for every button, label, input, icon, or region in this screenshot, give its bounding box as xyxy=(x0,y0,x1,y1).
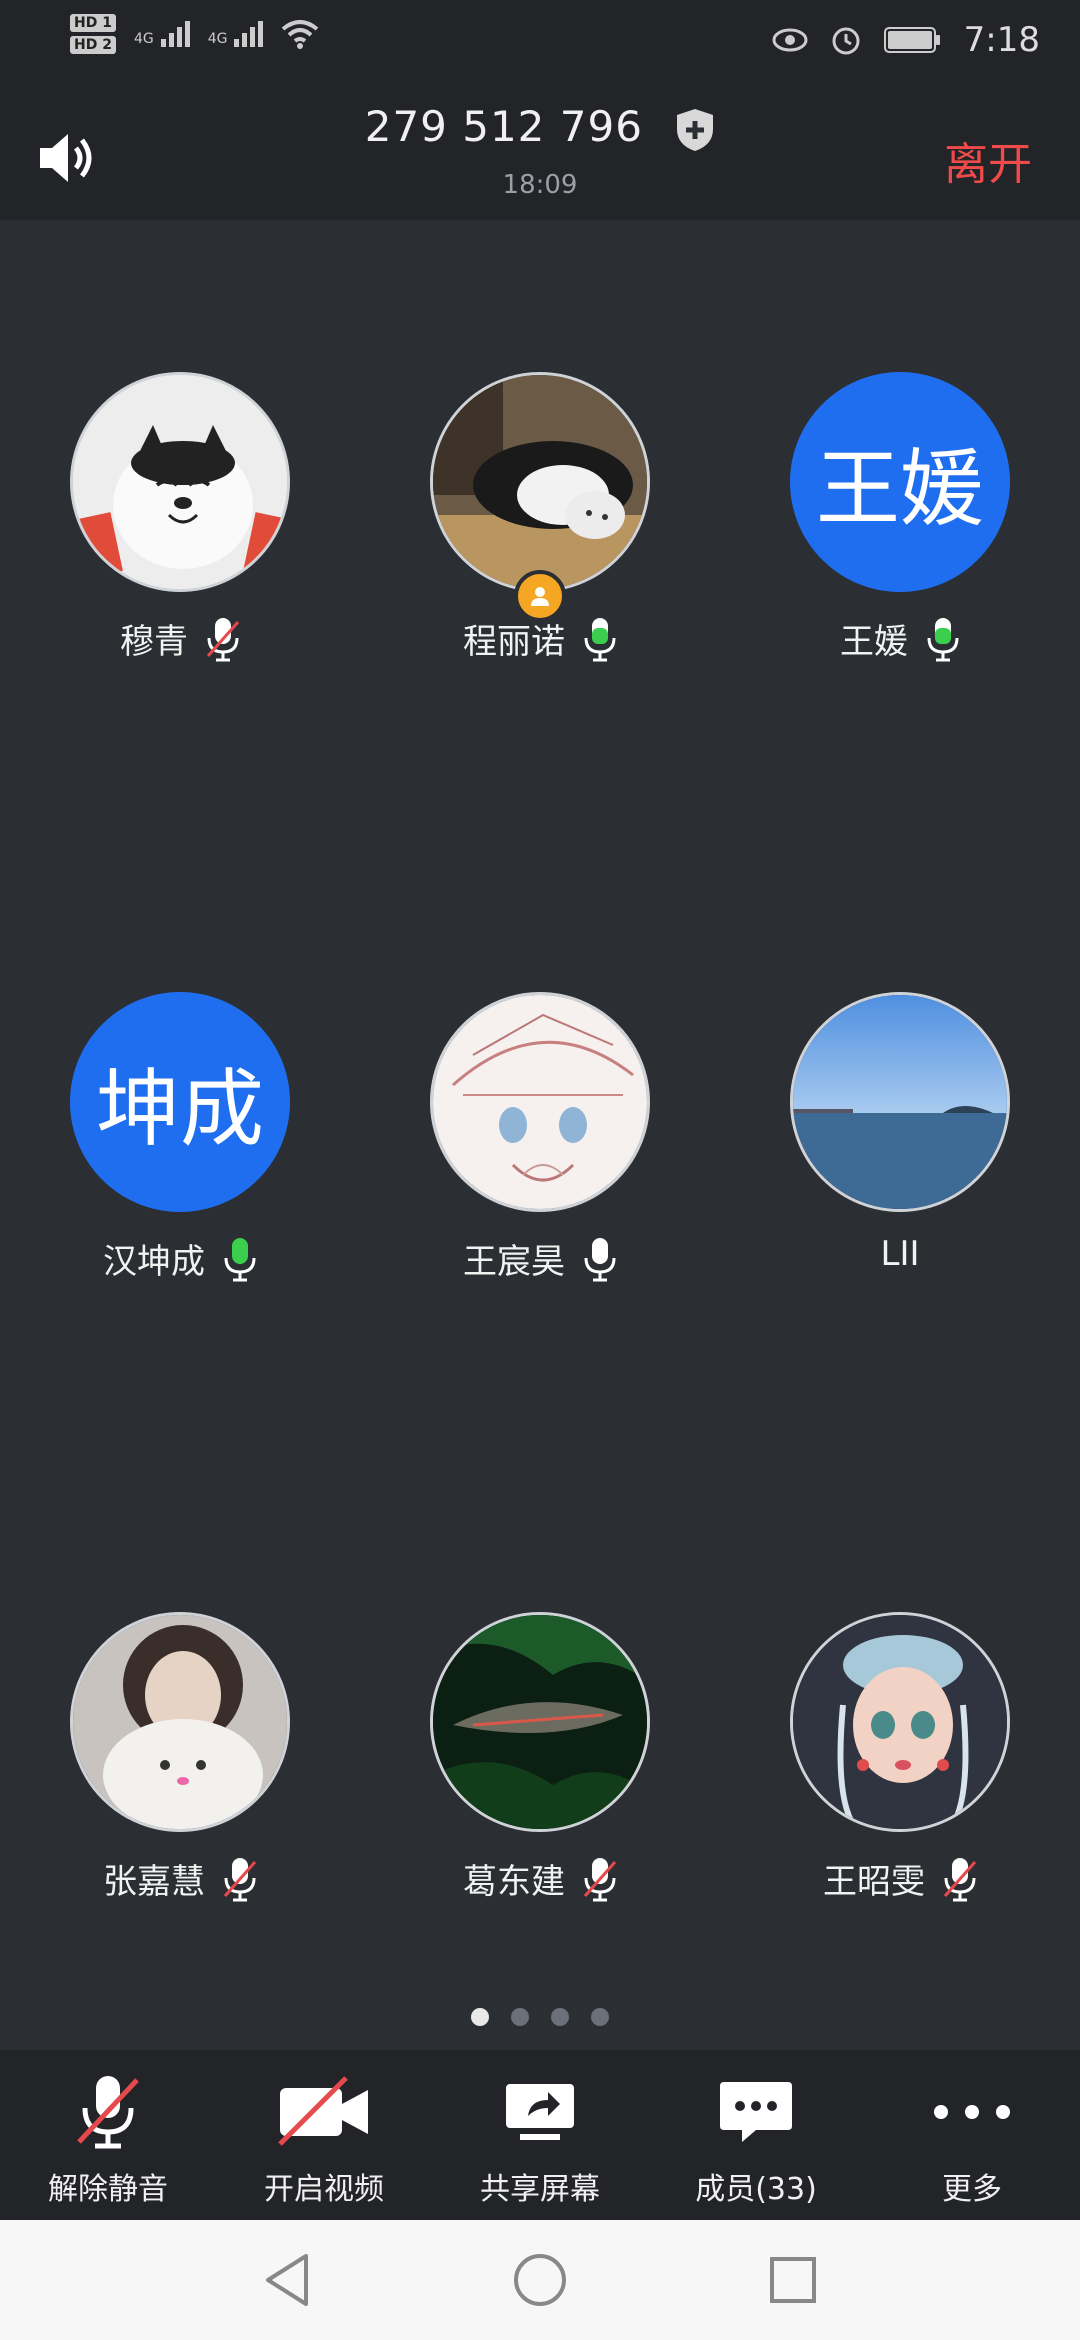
page-dot-active[interactable] xyxy=(471,2008,489,2026)
share-screen-label: 共享屏幕 xyxy=(480,2172,600,2207)
avatar-photo-shark xyxy=(430,1612,650,1832)
share-screen-icon xyxy=(506,2084,574,2140)
hd1-badge: HD 1 xyxy=(70,14,116,32)
members-label: 成员(33) xyxy=(695,2172,817,2207)
participant-name: LII xyxy=(880,1234,920,1274)
back-icon[interactable] xyxy=(262,2252,312,2308)
avatar-photo-girl-cat xyxy=(70,1612,290,1832)
more-label: 更多 xyxy=(942,2172,1002,2207)
mic-active-icon xyxy=(584,617,616,661)
participant-name-row: 王昭雯 xyxy=(720,1854,1080,1903)
mic-active-icon xyxy=(224,1237,256,1281)
status-bar: HD 1 HD 2 4G 4G 7:18 xyxy=(0,0,1080,90)
home-icon[interactable] xyxy=(512,2252,568,2308)
participant-name: 王媛 xyxy=(840,622,908,662)
avatar-initials: 王媛 xyxy=(790,372,1010,592)
meeting-id-text: 279 512 796 xyxy=(364,102,643,151)
status-left: HD 1 HD 2 4G 4G xyxy=(70,14,319,54)
participant-grid: 穆青 程丽诺 王媛 王媛 坤成 汉坤成 王宸昊 LII 张嘉慧 葛东建 王昭雯 xyxy=(0,220,1080,2050)
call-header: 279 512 796 18:09 离开 xyxy=(0,90,1080,220)
avatar-photo-sea xyxy=(790,992,1010,1212)
participant-name-row: 穆青 xyxy=(0,614,360,663)
participant-name: 汉坤成 xyxy=(103,1242,205,1282)
unmute-button[interactable]: 解除静音 xyxy=(0,2050,216,2220)
members-button[interactable]: 成员(33) xyxy=(648,2050,864,2220)
mic-muted-icon xyxy=(943,1857,977,1901)
chat-bubble-icon xyxy=(720,2082,792,2142)
battery-icon xyxy=(883,27,940,53)
start-video-label: 开启视频 xyxy=(264,2172,384,2207)
participant-tile[interactable]: 王宸昊 xyxy=(360,992,720,1283)
participant-name: 张嘉慧 xyxy=(103,1862,205,1902)
signal-2-icon: 4G xyxy=(208,21,264,47)
more-dots-icon xyxy=(934,2105,1010,2119)
page-indicator[interactable] xyxy=(0,2008,1080,2026)
network-2-label: 4G xyxy=(207,31,228,47)
leave-button[interactable]: 离开 xyxy=(944,128,1032,192)
participant-name-row: LII xyxy=(720,1234,1080,1274)
page-dot[interactable] xyxy=(591,2008,609,2026)
participant-name: 葛东建 xyxy=(463,1862,565,1902)
avatar-initials: 坤成 xyxy=(70,992,290,1212)
call-timer: 18:09 xyxy=(502,170,578,200)
mic-muted-icon xyxy=(583,1857,617,1901)
participant-tile[interactable]: 坤成 汉坤成 xyxy=(0,992,360,1283)
participant-tile[interactable]: 穆青 xyxy=(0,372,360,663)
more-button[interactable]: 更多 xyxy=(864,2050,1080,2220)
status-right: 7:18 xyxy=(772,20,1040,60)
participant-name: 王宸昊 xyxy=(463,1242,565,1282)
participant-tile[interactable]: 葛东建 xyxy=(360,1612,720,1903)
wifi-icon xyxy=(282,20,319,49)
page-dot[interactable] xyxy=(551,2008,569,2026)
participant-name-row: 葛东建 xyxy=(360,1854,720,1903)
shield-icon xyxy=(677,108,714,151)
unmute-label: 解除静音 xyxy=(48,2172,168,2207)
mic-icon xyxy=(584,1237,616,1281)
share-screen-button[interactable]: 共享屏幕 xyxy=(432,2050,648,2220)
participant-name: 王昭雯 xyxy=(823,1862,925,1902)
participant-name-row: 王媛 xyxy=(720,614,1080,663)
participant-name: 穆青 xyxy=(120,622,188,662)
participant-name-row: 张嘉慧 xyxy=(0,1854,360,1903)
participant-name-row: 王宸昊 xyxy=(360,1234,720,1283)
alarm-icon xyxy=(832,27,860,55)
participant-name: 程丽诺 xyxy=(463,622,565,662)
participant-tile[interactable]: 王媛 王媛 xyxy=(720,372,1080,663)
system-nav-bar xyxy=(0,2220,1080,2340)
signal-1-icon: 4G xyxy=(134,21,190,47)
meeting-id[interactable]: 279 512 796 xyxy=(0,102,1080,153)
start-video-button[interactable]: 开启视频 xyxy=(216,2050,432,2220)
avatar-photo-sketch xyxy=(430,992,650,1212)
participant-tile[interactable]: 王昭雯 xyxy=(720,1612,1080,1903)
participant-tile[interactable]: 程丽诺 xyxy=(360,372,720,663)
mic-muted-icon xyxy=(206,617,240,661)
avatar-photo-doll xyxy=(790,1612,1010,1832)
participant-tile[interactable]: LII xyxy=(720,992,1080,1274)
eye-icon xyxy=(772,28,808,52)
clock: 7:18 xyxy=(963,20,1040,60)
mic-muted-icon xyxy=(77,2076,139,2149)
host-badge-icon xyxy=(514,570,566,622)
mic-active-icon xyxy=(927,617,959,661)
meeting-toolbar: 解除静音 开启视频 共享屏幕 成员(33) 更多 xyxy=(0,2050,1080,2220)
mic-muted-icon xyxy=(223,1857,257,1901)
participant-tile[interactable]: 张嘉慧 xyxy=(0,1612,360,1903)
avatar-photo-cat xyxy=(430,372,650,592)
video-off-icon xyxy=(278,2076,368,2146)
hd-indicators: HD 1 HD 2 xyxy=(70,14,116,54)
participant-name-row: 汉坤成 xyxy=(0,1234,360,1283)
hd2-badge: HD 2 xyxy=(70,36,116,54)
page-dot[interactable] xyxy=(511,2008,529,2026)
network-1-label: 4G xyxy=(133,31,154,47)
recents-icon[interactable] xyxy=(768,2255,818,2305)
avatar-photo-dog xyxy=(70,372,290,592)
